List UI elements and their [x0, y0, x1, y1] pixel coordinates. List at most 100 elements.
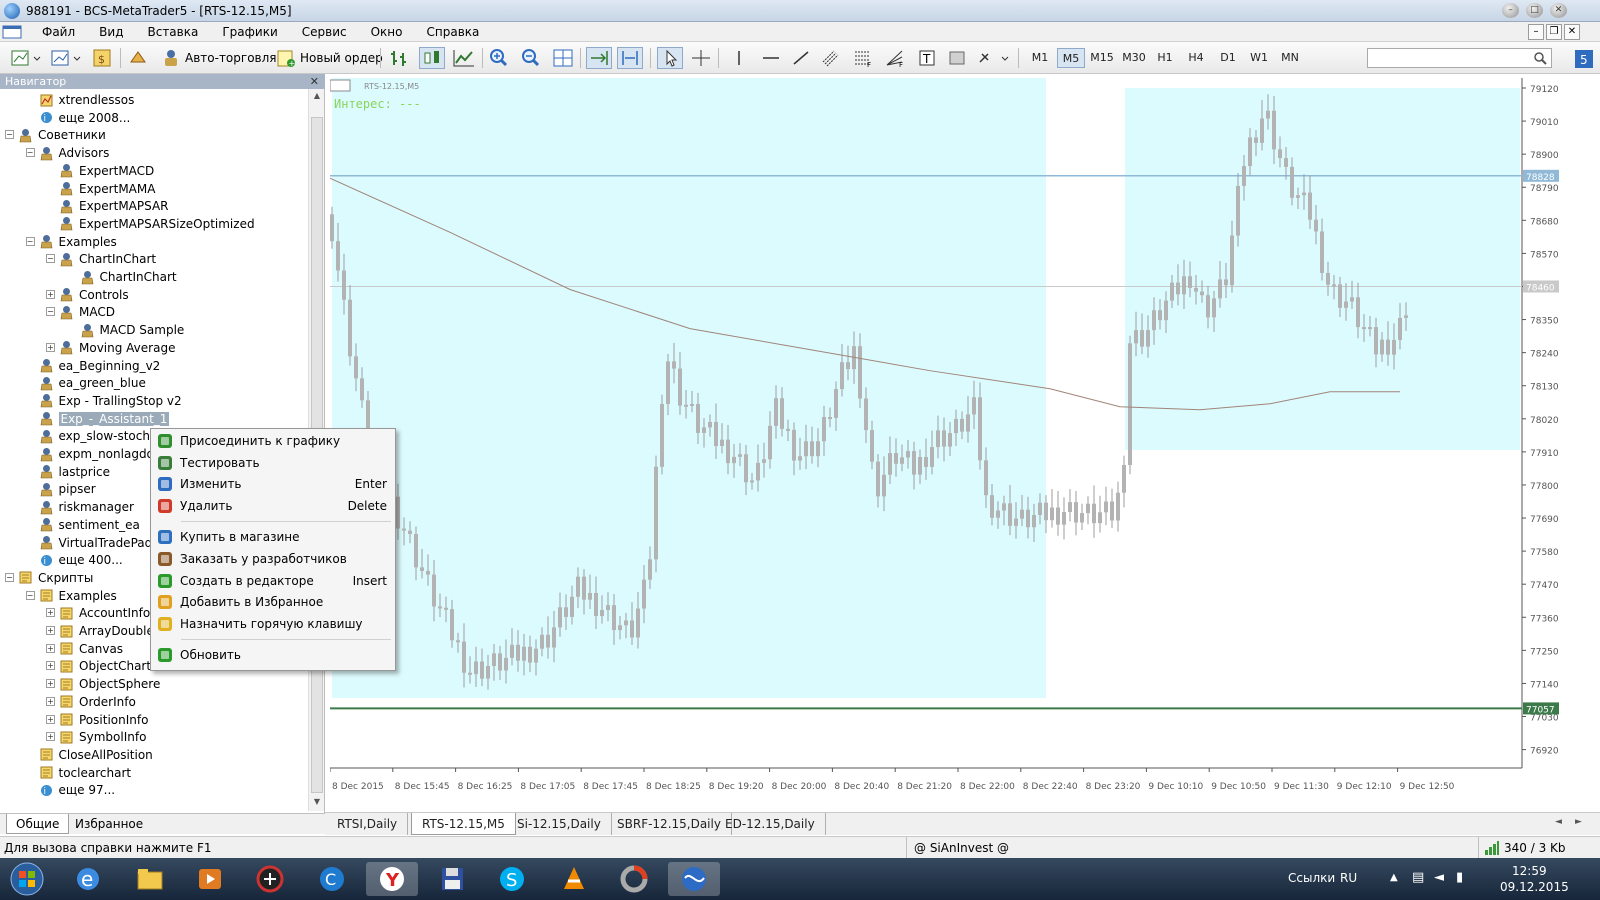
chart-tab[interactable]: Si-12.15,Daily [507, 813, 612, 835]
app-icon[interactable] [608, 862, 660, 896]
scroll-down-icon[interactable]: ▼ [311, 797, 323, 809]
tab-general[interactable]: Общие [6, 814, 70, 834]
collapse-icon[interactable]: − [25, 236, 35, 246]
context-menu-item[interactable]: Назначить горячую клавишу [153, 614, 393, 634]
metatrader-taskbar-icon[interactable] [668, 862, 720, 896]
minimize-icon[interactable]: – [1502, 3, 1519, 18]
tile-windows-icon[interactable] [552, 47, 574, 69]
tree-node[interactable]: Canvas [59, 640, 123, 658]
tree-node[interactable]: Exp - TrallingStop v2 [39, 392, 182, 410]
expand-icon[interactable]: + [46, 732, 55, 742]
context-menu-item[interactable]: Создать в редакторе Insert [153, 571, 393, 591]
tree-node[interactable]: Exp_-_Assistant_1 [39, 410, 170, 428]
expand-icon[interactable]: + [46, 289, 55, 299]
network-icon[interactable]: ▤ [1412, 870, 1424, 885]
tree-node[interactable]: Советники [18, 126, 106, 144]
tree-node[interactable]: ObjectChart [59, 657, 151, 675]
vlc-icon[interactable] [548, 862, 600, 896]
ccleaner-icon[interactable]: C [306, 862, 358, 896]
new-chart-button[interactable] [10, 47, 42, 69]
auto-scroll-icon[interactable] [586, 47, 612, 69]
mdi-minimize-icon[interactable]: – [1528, 24, 1544, 40]
close-icon[interactable]: ✕ [1550, 3, 1567, 18]
expand-icon[interactable]: + [46, 661, 55, 671]
expand-icon[interactable]: + [46, 696, 55, 706]
tree-node[interactable]: Скрипты [18, 569, 93, 587]
community-icon[interactable]: 5 [1574, 48, 1594, 70]
tree-node[interactable]: OrderInfo [59, 693, 136, 711]
chart-tab[interactable]: RTSI,Daily [327, 813, 409, 835]
tree-node[interactable]: lastprice [39, 463, 110, 481]
media-player-icon[interactable] [184, 862, 236, 896]
yandex-browser-icon[interactable]: Y [366, 862, 418, 896]
timeframe-h1[interactable]: H1 [1151, 48, 1179, 68]
tree-node[interactable]: pipser [39, 480, 96, 498]
context-menu-item[interactable]: Изменить Enter [153, 474, 393, 494]
tree-node[interactable]: ChartInChart [59, 250, 156, 268]
tree-node[interactable]: i еще 97... [39, 781, 115, 799]
timeframe-d1[interactable]: D1 [1214, 48, 1242, 68]
horizontal-line-icon[interactable] [760, 47, 782, 69]
meta-editor-icon[interactable] [128, 47, 148, 69]
explorer-folder-icon[interactable] [124, 862, 176, 896]
clock-date[interactable]: 09.12.2015 [1500, 880, 1569, 894]
context-menu-item[interactable]: Добавить в Избранное [153, 592, 393, 612]
menu-insert[interactable]: Вставка [135, 22, 210, 42]
tree-node[interactable]: ExpertMAPSAR [59, 197, 169, 215]
timeframe-m15[interactable]: M15 [1088, 48, 1116, 68]
context-menu-item[interactable]: Купить в магазине [153, 527, 393, 547]
links-toolbar[interactable]: Ссылки [1288, 871, 1335, 885]
expand-icon[interactable]: + [46, 608, 55, 618]
context-menu-item[interactable]: Тестировать [153, 453, 393, 473]
tree-node[interactable]: i еще 400... [39, 551, 123, 569]
tree-node[interactable]: xtrendlessos [39, 91, 134, 109]
chart-shift-icon[interactable] [617, 47, 643, 69]
tree-node[interactable]: SymbolInfo [59, 728, 146, 746]
vertical-line-icon[interactable] [728, 47, 750, 69]
tree-node[interactable]: VirtualTradePad [39, 534, 152, 552]
scroll-right-icon[interactable]: ► [1575, 817, 1582, 827]
menu-charts[interactable]: Графики [210, 22, 289, 42]
expand-icon[interactable]: + [46, 626, 55, 635]
fibo-fan-icon[interactable]: F [884, 47, 906, 69]
tree-node[interactable]: Examples [39, 233, 117, 251]
tab-favorites[interactable]: Избранное [66, 814, 152, 834]
tree-node[interactable]: ExpertMAMA [59, 180, 155, 198]
context-menu-item[interactable]: Заказать у разработчиков [153, 549, 393, 569]
chart-tab[interactable]: RTS-12.15,M5 [411, 813, 516, 835]
tree-node[interactable]: ExpertMACD [59, 162, 154, 180]
profiles-button[interactable] [50, 47, 82, 69]
context-menu-item[interactable]: Обновить [153, 645, 393, 665]
tray-expand-icon[interactable]: ▲ [1390, 872, 1398, 883]
tree-node[interactable]: toclearchart [39, 764, 131, 782]
channel-icon[interactable] [820, 47, 842, 69]
tree-node[interactable]: MACD Sample [80, 321, 184, 339]
chart-tab[interactable]: ED-12.15,Daily [715, 813, 826, 835]
scroll-up-icon[interactable]: ▲ [311, 91, 323, 103]
search-icon[interactable] [1533, 51, 1547, 65]
tree-node[interactable]: exp_slow-stoch [39, 427, 150, 445]
tree-node[interactable]: ObjectSphere [59, 675, 160, 693]
timeframe-m30[interactable]: M30 [1120, 48, 1148, 68]
timeframe-m5[interactable]: M5 [1057, 48, 1085, 68]
timeframe-m1[interactable]: M1 [1026, 48, 1054, 68]
volume-icon[interactable]: ◄ [1434, 870, 1444, 885]
trendline-icon[interactable] [790, 47, 812, 69]
mdi-restore-icon[interactable]: ❐ [1546, 24, 1562, 40]
bar-chart-icon[interactable] [388, 47, 412, 69]
tree-node[interactable]: riskmanager [39, 498, 134, 516]
tree-node[interactable]: AccountInfo [59, 604, 150, 622]
menu-tools[interactable]: Сервис [290, 22, 359, 42]
zoom-out-icon[interactable] [520, 47, 542, 69]
menu-view[interactable]: Вид [87, 22, 135, 42]
collapse-icon[interactable]: − [5, 572, 14, 582]
tree-node[interactable]: MACD [59, 303, 115, 321]
auto-trading-button[interactable]: Авто-торговля [160, 47, 277, 69]
tree-node[interactable]: CloseAllPosition [39, 746, 153, 764]
crosshair-icon[interactable] [690, 47, 712, 69]
tree-node[interactable]: ea_Beginning_v2 [39, 357, 160, 375]
menu-help[interactable]: Справка [415, 22, 492, 42]
save-disk-icon[interactable] [426, 862, 478, 896]
menu-window[interactable]: Окно [359, 22, 415, 42]
price-chart[interactable]: 79120 79010 78900 78790 78680 78570 78460 78350… [330, 78, 1600, 812]
